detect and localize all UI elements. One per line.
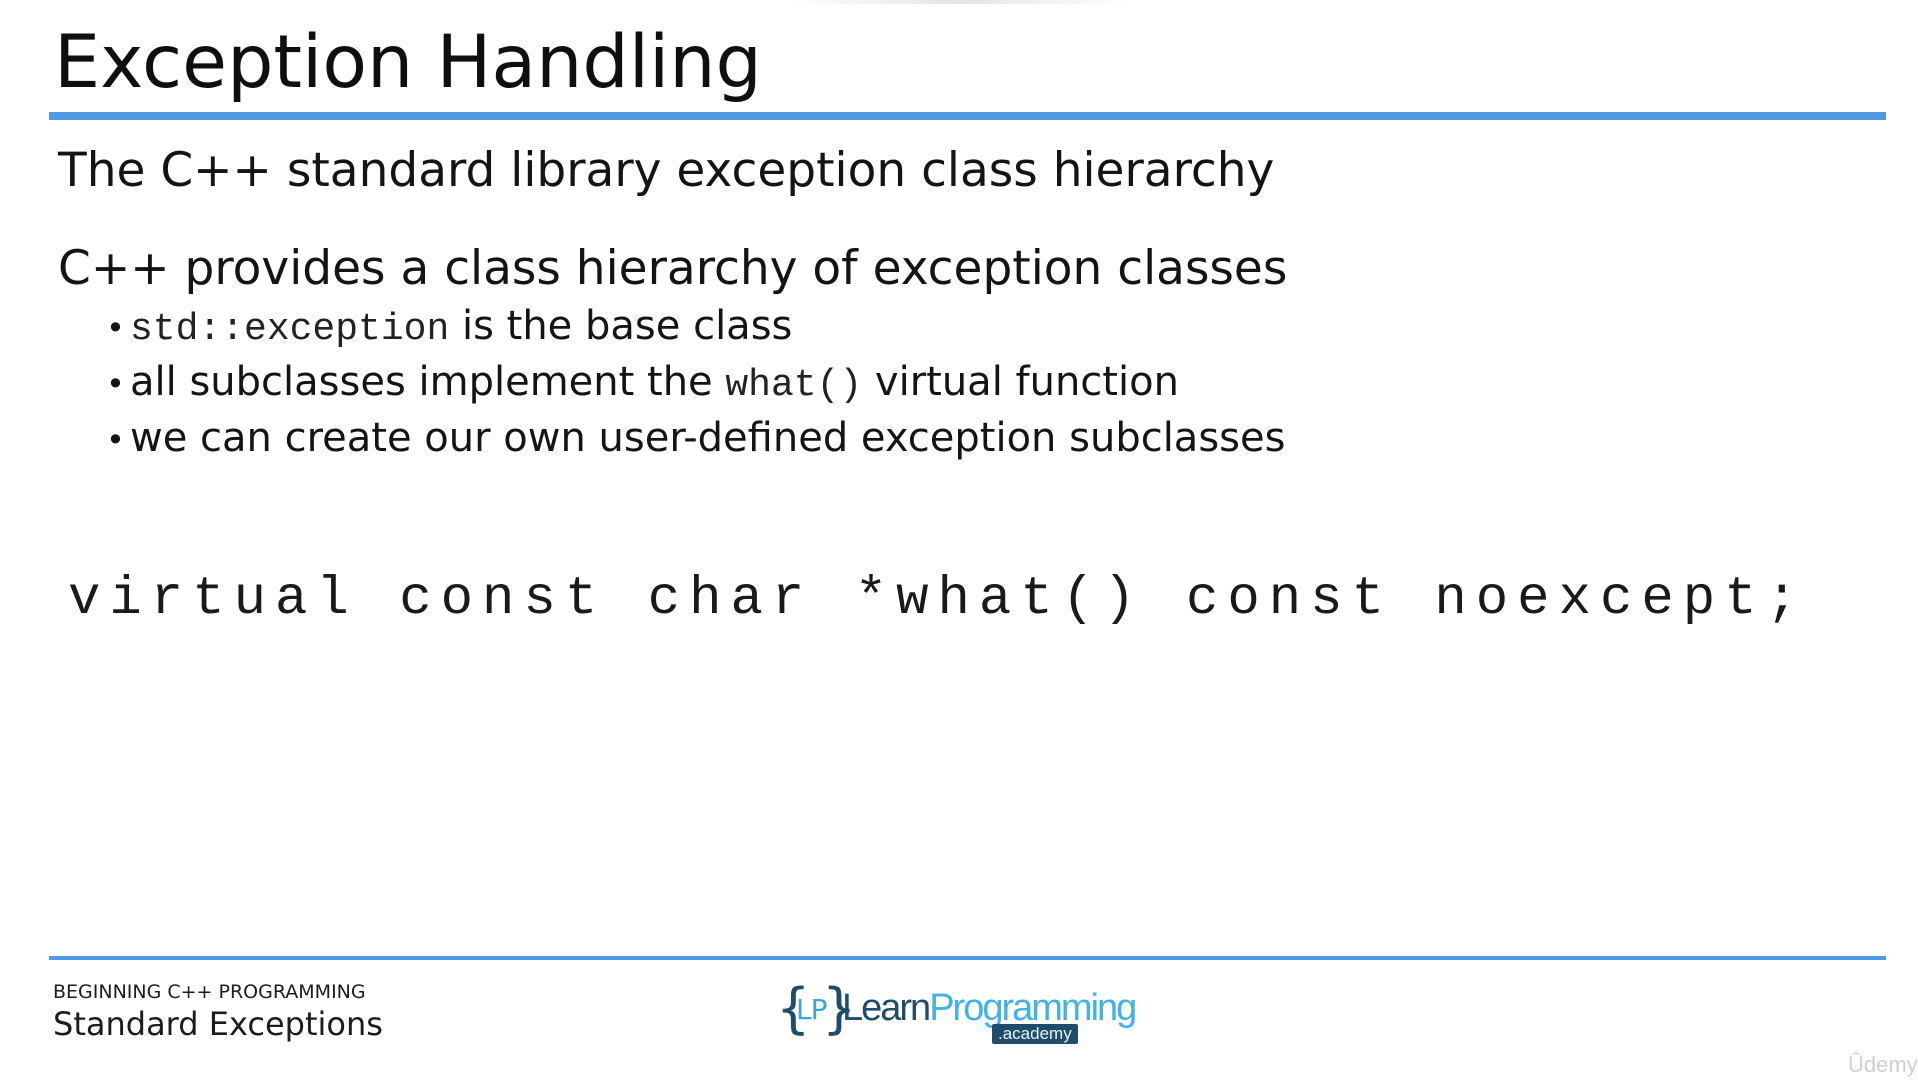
logo-word-programming: Programming [929, 987, 1137, 1029]
udemy-watermark: Ûdemy [1848, 1052, 1918, 1077]
lecture-name: Standard Exceptions [53, 1005, 383, 1043]
bullet-dot: • [106, 365, 125, 403]
bullet-text: we can create our own user-defined excep… [130, 415, 1286, 461]
slide-subtitle: The C++ standard library exception class… [58, 143, 1275, 198]
top-edge-shadow [790, 0, 1130, 4]
bullet-text: all subclasses implement the [130, 359, 726, 405]
inline-code: std::exception [130, 308, 450, 351]
logo-wordmark: LearnProgramming [842, 986, 1137, 1030]
logo-word-learn: Learn [842, 987, 931, 1029]
course-name: BEGINNING C++ PROGRAMMING [53, 981, 366, 1003]
bullet-dot: • [106, 421, 125, 459]
bullet-text: virtual function [862, 359, 1179, 405]
bullet-text: is the base class [449, 303, 793, 349]
bullet-item: • all subclasses implement the what() vi… [106, 356, 1285, 412]
code-signature: virtual const char *what() const noexcep… [68, 569, 1808, 630]
lead-statement: C++ provides a class hierarchy of except… [58, 241, 1288, 296]
logo-academy-tag: .academy [992, 1024, 1078, 1044]
bullet-dot: • [106, 309, 125, 347]
footer-divider [49, 956, 1886, 960]
inline-code: what() [725, 364, 863, 407]
learnprogramming-logo: { LP } LearnProgramming .academy [776, 980, 1137, 1044]
bullet-list: • std::exception is the base class • all… [106, 300, 1285, 467]
bullet-item: • std::exception is the base class [106, 300, 1285, 356]
bullet-item: • we can create our own user-defined exc… [106, 412, 1285, 467]
slide-title: Exception Handling [54, 20, 762, 105]
title-divider [49, 112, 1886, 120]
